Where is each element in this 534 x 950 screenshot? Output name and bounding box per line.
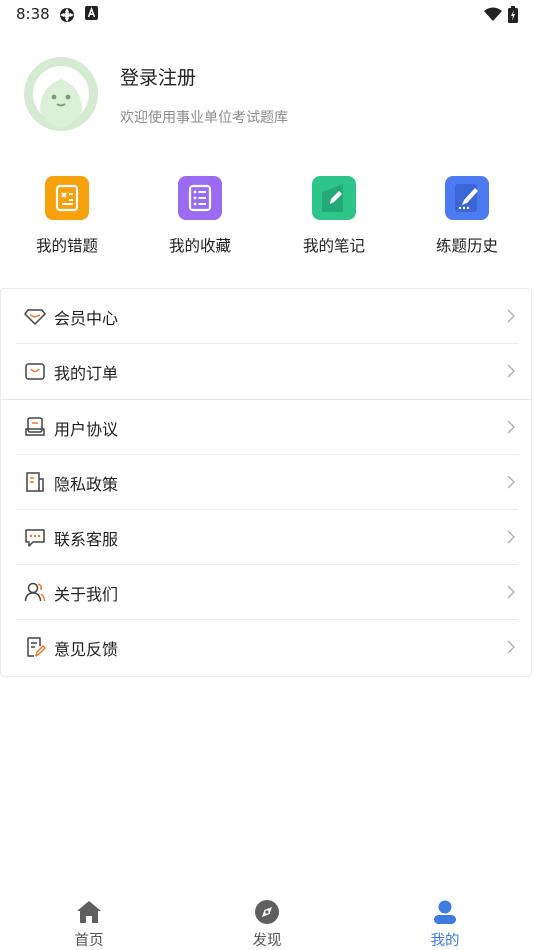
menu-item-privacy-policy[interactable]: 隐私政策 [16, 455, 518, 510]
menu-item-user-agreement[interactable]: 用户协议 [16, 400, 518, 455]
bottom-tab-bar: 首页 发现 我的 [0, 890, 534, 950]
tab-label: 发现 [252, 933, 282, 949]
feedback-icon [27, 637, 46, 657]
wifi-icon [484, 7, 502, 21]
menu-item-label: 隐私政策 [54, 475, 119, 494]
quick-action-label: 我的错题 [35, 237, 98, 255]
menu-item-feedback[interactable]: 意见反馈 [16, 620, 518, 675]
users-icon [24, 582, 46, 602]
menu-item-member-center[interactable]: 会员中心 [16, 289, 518, 344]
menu-item-label: 意见反馈 [54, 640, 119, 659]
chevron-right-icon [507, 530, 515, 544]
tab-home[interactable]: 首页 [0, 890, 178, 950]
agreement-icon [25, 417, 45, 436]
profile-icon [434, 900, 456, 924]
menu-item-about-us[interactable]: 关于我们 [16, 565, 518, 620]
menu-item-label: 用户协议 [54, 420, 119, 439]
quick-action-notes[interactable]: 我的笔记 [267, 176, 401, 266]
profile-header[interactable]: 登录注册 欢迎使用事业单位考试题库 [0, 50, 534, 150]
compass-icon [255, 900, 279, 924]
menu-item-label: 我的订单 [54, 364, 119, 383]
status-bar: 8:38 [0, 0, 534, 28]
quick-action-label: 练题历史 [435, 237, 498, 255]
favorites-icon [178, 176, 222, 220]
chat-bubble-icon [25, 529, 45, 547]
keyboard-a-icon [85, 6, 98, 20]
wrong-questions-icon [45, 176, 89, 220]
battery-icon [508, 6, 518, 23]
chevron-right-icon [507, 364, 515, 378]
menu-item-contact-support[interactable]: 联系客服 [16, 510, 518, 565]
quick-action-label: 我的笔记 [302, 237, 365, 255]
welcome-subtitle: 欢迎使用事业单位考试题库 [120, 110, 288, 126]
menu-item-my-orders[interactable]: 我的订单 [16, 344, 518, 399]
tab-discover[interactable]: 发现 [178, 890, 356, 950]
sync-icon [60, 8, 74, 22]
status-time: 8:38 [16, 5, 50, 23]
quick-actions: 我的错题 我的收藏 我的笔记 练题历史 [0, 176, 534, 266]
quick-action-label: 我的收藏 [168, 237, 231, 255]
avatar-icon[interactable] [24, 57, 98, 131]
notes-icon [312, 176, 356, 220]
chevron-right-icon [507, 309, 515, 323]
chevron-right-icon [507, 640, 515, 654]
tab-label: 我的 [430, 933, 460, 949]
menu-item-label: 联系客服 [54, 530, 119, 549]
home-icon [77, 901, 101, 923]
tab-mine[interactable]: 我的 [356, 890, 534, 950]
settings-menu: 会员中心 我的订单 用户协议 隐私政策 联系客服 关于我们 意见反馈 [0, 288, 532, 677]
login-register-title[interactable]: 登录注册 [120, 63, 196, 90]
chevron-right-icon [507, 475, 515, 489]
chevron-right-icon [507, 585, 515, 599]
diamond-icon [24, 309, 46, 325]
quick-action-practice-history[interactable]: 练题历史 [400, 176, 534, 266]
practice-history-icon [445, 176, 489, 220]
chevron-right-icon [507, 420, 515, 434]
tab-label: 首页 [74, 933, 104, 949]
quick-action-wrong-questions[interactable]: 我的错题 [0, 176, 134, 266]
shopping-bag-icon [25, 363, 45, 380]
quick-action-favorites[interactable]: 我的收藏 [133, 176, 267, 266]
menu-item-label: 关于我们 [54, 585, 119, 604]
privacy-document-icon [26, 472, 44, 492]
menu-item-label: 会员中心 [54, 309, 119, 328]
